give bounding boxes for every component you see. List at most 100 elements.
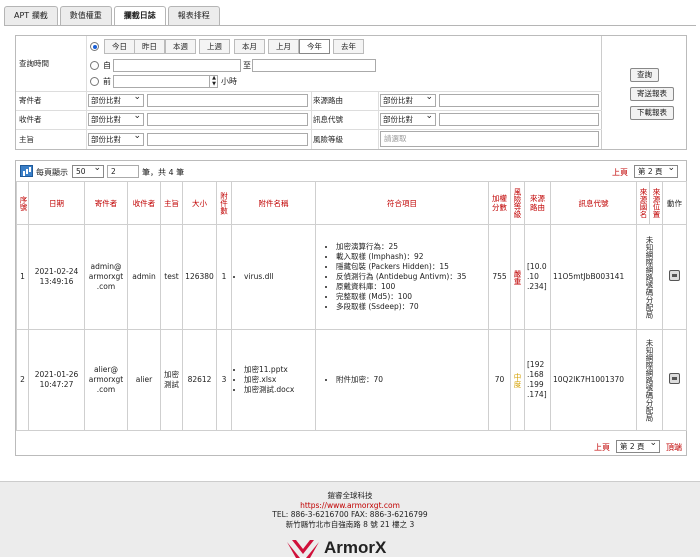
contact-info: TEL: 886-3-6216700 FAX: 886-3-6216799 [272,510,428,519]
tab-block-log[interactable]: 攔截日誌 [113,6,166,26]
col-size[interactable]: 大小 [182,181,217,225]
row-recipient: alier [127,329,161,431]
col-matches: 符合項目 [315,181,489,225]
match-item: 原戴資料庫：100 [336,282,486,292]
row-matches: 加密演算行為：25 載入取樣 (Imphash)：92 隱藏包裝 (Packer… [315,224,489,330]
col-sender[interactable]: 寄件者 [84,181,128,225]
period-today-button[interactable]: 今日 [104,39,135,54]
page-number-input[interactable]: 2 [107,165,139,178]
date-from-input[interactable] [113,59,241,72]
row-size: 82612 [182,329,217,431]
recipient-match-select[interactable]: 部份比對 [88,111,144,126]
row-size: 126380 [182,224,217,330]
message-id-match-select[interactable]: 部份比對 [380,111,436,126]
col-source-route[interactable]: 來源路由 [524,181,551,225]
tab-report-schedule[interactable]: 報表排程 [167,6,220,25]
date-to-input[interactable] [252,59,376,72]
from-label: 自 [103,61,111,70]
hours-label: 小時 [221,77,237,86]
pagination-bottom: 上頁 第 2 頁 頂端 [16,437,686,455]
match-item: 附件加密：70 [336,375,486,385]
match-item: 隱藏包裝 (Packers Hidden)：15 [336,262,486,272]
armorx-logo-icon [287,540,319,558]
col-recipient[interactable]: 收件者 [127,181,161,225]
col-weighted-score[interactable]: 加權分數 [488,181,511,225]
query-fields: 查詢時間 今日 昨日 本週 上週 本月 上月 今年 去年 自 至 前 ▲ ▼ 小時… [16,36,602,149]
query-panel: 查詢時間 今日 昨日 本週 上週 本月 上月 今年 去年 自 至 前 ▲ ▼ 小時… [15,35,687,150]
col-subject[interactable]: 主旨 [160,181,183,225]
row-message-id: 11O5mtJbB003141 [550,224,637,330]
tab-apt-block[interactable]: APT 攔截 [4,6,58,25]
risk-badge: 中度 [510,329,525,431]
company-url-link[interactable]: https://www.armorxgt.com [300,501,400,510]
per-page-select[interactable]: 50 [72,163,104,178]
risk-level-label: 風險等級 [313,135,343,144]
subject-match-select[interactable]: 部份比對 [88,131,144,146]
col-attachment-count[interactable]: 附件數 [216,181,232,225]
risk-badge: 嚴重 [510,224,525,330]
label-column-divider [86,36,87,149]
query-time-label: 查詢時間 [19,59,49,68]
download-report-button[interactable]: 下載報表 [630,106,674,120]
pagination-top: 每頁顯示 50 2 筆，共 4 筆 上頁 第 2 頁 [16,161,686,181]
radio-period[interactable] [90,42,99,51]
row-attachment-count: 3 [216,329,232,431]
period-last-week-button[interactable]: 上週 [199,39,230,54]
page-select-top[interactable]: 第 2 頁 [634,163,678,178]
row-recipient: admin [127,224,161,330]
main-tabs: APT 攔截 數值權重 攔截日誌 報表排程 [4,6,222,26]
row-date: 2021-02-24 13:49:16 [28,224,85,330]
source-route-match-select[interactable]: 部份比對 [380,92,436,107]
radio-date-range[interactable] [90,61,99,70]
row-index: 1 [16,224,29,330]
recipient-input[interactable] [147,113,308,126]
match-item: 載入取樣 (Imphash)：92 [336,252,486,262]
subject-input[interactable] [147,133,308,146]
send-report-button[interactable]: 寄送報表 [630,87,674,101]
top-link[interactable]: 頂端 [666,442,682,453]
period-last-year-button[interactable]: 去年 [333,39,364,54]
tab-divider [4,25,696,26]
row-attachments: virus.dll [231,224,316,330]
table-header: 序號 日期 寄件者 收件者 主旨 大小 附件數 附件名稱 符合項目 加權分數 風… [16,181,687,225]
period-last-month-button[interactable]: 上月 [268,39,299,54]
col-source-country[interactable]: 來源國名 [636,181,650,225]
sender-match-select[interactable]: 部份比對 [88,92,144,107]
page-select-bottom[interactable]: 第 2 頁 [616,438,660,453]
col-index[interactable]: 序號 [16,181,29,225]
risk-level-select[interactable]: 請選取 [380,131,599,147]
period-this-month-button[interactable]: 本月 [234,39,265,54]
attachment-item: 加密測試.docx [244,385,313,395]
message-view-icon[interactable] [669,373,680,384]
message-id-input[interactable] [439,113,599,126]
company-address: 新竹縣竹北市自強南路 8 號 21 樓之 3 [285,519,415,529]
col-message-id[interactable]: 訊息代號 [550,181,637,225]
prev-page-link[interactable]: 上頁 [612,167,628,178]
hours-input[interactable] [113,75,218,88]
col-date[interactable]: 日期 [28,181,85,225]
message-view-icon[interactable] [669,270,680,281]
sender-input[interactable] [147,94,308,107]
period-yesterday-button[interactable]: 昨日 [134,39,165,54]
source-route-input[interactable] [439,94,599,107]
period-this-week-button[interactable]: 本週 [165,39,196,54]
results-panel: 每頁顯示 50 2 筆，共 4 筆 上頁 第 2 頁 序號 日期 寄件者 收件者… [15,160,687,456]
search-button[interactable]: 查詢 [630,68,659,82]
row-matches: 附件加密：70 [315,329,489,431]
attachment-item: 加密11.pptx [244,365,313,375]
col-source-location[interactable]: 來源位置 [649,181,663,225]
row-attachments: 加密11.pptx 加密.xlsx 加密測試.docx [231,329,316,431]
row-index: 2 [16,329,29,431]
row-source-route: [192 .168 .199 .174] [524,329,551,431]
prev-page-link-bottom[interactable]: 上頁 [594,442,610,453]
match-item: 反偵測行為 (Antidebug Antivm)：35 [336,272,486,282]
footer: 鎧睿全球科技 https://www.armorxgt.com TEL: 886… [0,481,700,558]
row-action [662,329,687,431]
hours-stepper[interactable]: ▲ ▼ [209,75,218,88]
message-id-label: 訊息代號 [313,115,343,124]
tab-value-weight[interactable]: 數值權重 [59,6,112,25]
row-sender: alier@ armorxgt .com [84,329,128,431]
radio-hours-before[interactable] [90,77,99,86]
col-risk-level[interactable]: 風險等級 [510,181,525,225]
period-this-year-button[interactable]: 今年 [299,39,330,54]
